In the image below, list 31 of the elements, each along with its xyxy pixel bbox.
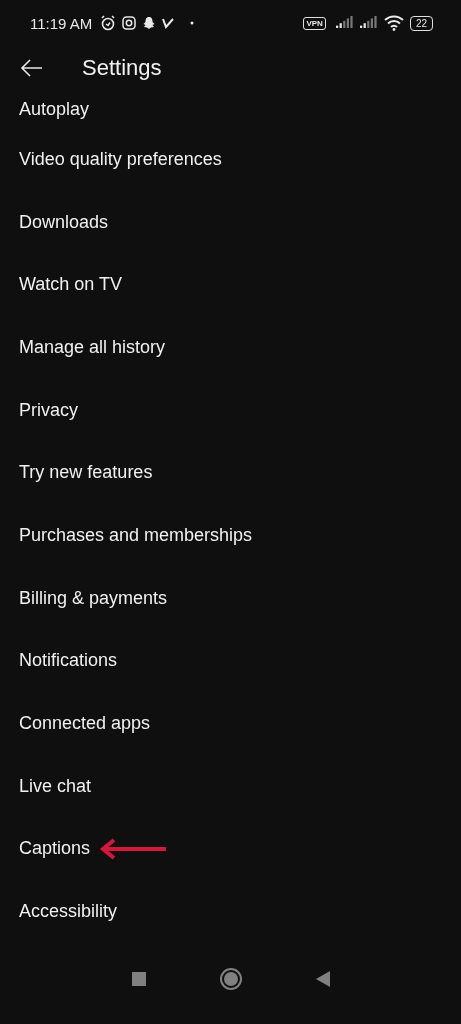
settings-item[interactable]: Captions: [19, 838, 91, 860]
settings-item[interactable]: Autoplay: [19, 98, 90, 120]
settings-item[interactable]: Privacy: [19, 399, 78, 421]
settings-item[interactable]: Billing & payments: [19, 587, 168, 609]
settings-item[interactable]: Watch on TV: [19, 274, 123, 296]
wifi-icon: [383, 15, 404, 31]
alarm-clock-icon: [100, 15, 117, 31]
settings-item[interactable]: Downloads: [19, 211, 109, 233]
settings-item[interactable]: Try new features: [19, 462, 153, 484]
check-icon: [162, 17, 175, 29]
home-button[interactable]: [219, 968, 242, 991]
back-button[interactable]: [20, 58, 44, 78]
status-time: 11:19 AM: [30, 14, 93, 32]
signal-icon: [359, 16, 378, 30]
page-title: Settings: [82, 55, 162, 81]
ghost-icon: [142, 16, 157, 30]
settings-item[interactable]: Manage all history: [19, 336, 166, 358]
settings-item[interactable]: Live chat: [19, 775, 92, 797]
recents-button[interactable]: [131, 972, 146, 987]
camera-icon: [122, 16, 137, 30]
battery-level: 22: [409, 15, 433, 31]
settings-item[interactable]: Accessibility: [19, 901, 118, 923]
signal-icon: [335, 16, 354, 30]
dot-icon: [190, 21, 195, 25]
settings-item[interactable]: Notifications: [19, 650, 118, 672]
settings-item[interactable]: Purchases and memberships: [19, 524, 253, 546]
settings-item[interactable]: Connected apps: [19, 713, 151, 735]
back-nav-button[interactable]: [315, 971, 330, 988]
arrow-icon: [98, 836, 169, 861]
vpn-badge: VPN: [303, 16, 326, 30]
settings-item[interactable]: Video quality preferences: [19, 148, 222, 170]
